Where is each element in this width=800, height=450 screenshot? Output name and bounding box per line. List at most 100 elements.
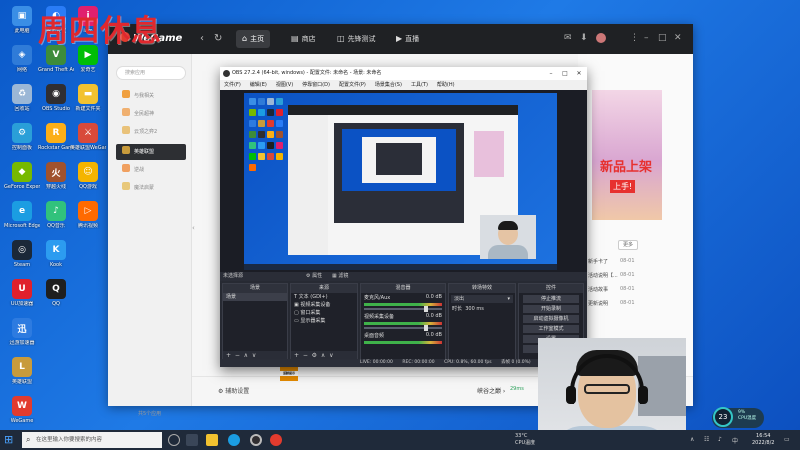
volume-slider[interactable] [364,325,442,331]
wegame-search-input[interactable]: 搜索应用 [116,66,186,80]
desktop-icon[interactable]: R Rockstar Games [38,123,74,151]
obs-icon[interactable] [250,434,262,446]
minimize-icon[interactable]: – [644,33,649,43]
news-item[interactable]: 新手卡了 08-01 [588,258,640,265]
desktop-icon-label: 控制面板 [11,145,32,151]
avatar[interactable] [596,33,606,43]
desktop-icon[interactable]: ▣ 此电脑 [4,6,40,34]
sidebar-item-related[interactable]: 与我相关 [116,88,186,104]
more-button[interactable]: 更多 [618,240,638,250]
sidebar-item-game-2[interactable]: 云顶之弈2 [116,124,186,140]
clock[interactable]: 16:54 2022/8/2 [752,433,774,447]
transition-select[interactable]: 淡出 ▾ [451,295,513,303]
wegame-icon[interactable] [270,434,282,446]
menu-item[interactable]: 场景集合(S) [375,82,402,88]
edge-icon[interactable] [228,434,240,446]
desktop-icon[interactable]: ♪ QQ音乐 [38,201,74,229]
sidebar-item-game-4[interactable]: 逆战 [116,162,186,178]
lol-wegame-icon: ⚔ [78,123,98,143]
menu-item[interactable]: 帮助(H) [437,82,455,88]
close-icon[interactable]: ✕ [572,67,586,80]
desktop-icon[interactable]: ▬ 新建文件夹 [70,84,106,112]
tray-chevron-icon[interactable]: ∧ [690,436,694,443]
stop-streaming-button[interactable]: 停止推流 [523,295,579,303]
menu-item[interactable]: 视图(V) [276,82,293,88]
obs-preview[interactable] [220,90,587,273]
desktop-icon[interactable]: W WeGame [4,396,40,424]
scene-item[interactable]: 场景 [223,293,287,301]
sidebar-item-lol[interactable]: 英雄联盟 [116,144,186,160]
server-selector[interactable]: 峡谷之巅 › [477,386,505,395]
tab-store[interactable]: ▤ 商店 [285,30,322,48]
virtual-camera-button[interactable]: 启动虚拟摄像机 [523,315,579,323]
tab-test[interactable]: ◫ 先锋测试 [331,30,382,48]
volume-slider[interactable] [364,306,442,312]
download-icon[interactable]: ⬇ [580,33,588,43]
filters-button[interactable]: ▦ 滤镜 [332,272,348,280]
cpu-gauge-widget[interactable]: 23 9% CPU温度 [712,407,764,428]
duration-field[interactable]: 时长 300 ms [449,305,515,313]
desktop-icon[interactable]: ◎ Steam [4,240,40,268]
volume-icon[interactable]: ♪ [718,436,722,443]
menu-item[interactable]: 停靠窗口(D) [302,82,330,88]
minimize-icon[interactable]: – [544,67,558,80]
source-item[interactable]: ▭ 显示器采集 [291,317,357,325]
network-icon[interactable]: ☷ [704,436,709,443]
maximize-icon[interactable]: □ [658,33,667,43]
desktop-icon[interactable]: L 英雄联盟 [4,357,40,385]
desktop-icon[interactable]: K Kook [38,240,74,268]
menu-item[interactable]: 工具(T) [411,82,428,88]
promo-banner[interactable]: 新品上架 上手! [592,90,662,220]
windows-start-icon[interactable]: ⊞ [4,434,16,446]
desktop-icon[interactable]: 迅迅游加速器 [4,318,40,346]
desktop-icon[interactable]: ▷ 腾讯视频 [70,201,106,229]
weather-widget[interactable]: 33°C CPU温度 [515,433,535,447]
menu-icon[interactable]: ⋮ [630,33,639,43]
properties-button[interactable]: ⚙ 属性 [306,272,322,280]
desktop-icon[interactable]: ◉ OBS Studio [38,84,74,112]
desktop-icon[interactable]: ◈ 网络 [4,45,40,73]
desktop-icon[interactable]: 火穿越火线 [38,162,74,190]
aux-settings-button[interactable]: ⚙ 辅助设置 [218,386,249,395]
start-recording-button[interactable]: 开始录制 [523,305,579,313]
refresh-icon[interactable]: ↻ [214,33,222,44]
ime-icon[interactable]: 中 [732,436,738,445]
source-item[interactable]: ▣ 视频采集设备 [291,301,357,309]
news-item[interactable]: 活动故事 08-01 [588,286,640,293]
gift-icon[interactable]: ✉ [564,33,572,43]
file-explorer-icon[interactable] [206,434,218,446]
desktop-icon[interactable]: ♻ 回收站 [4,84,40,112]
desktop-icon[interactable]: ☺ QQ游戏 [70,162,106,190]
cortana-icon[interactable] [168,434,180,446]
news-item[interactable]: 更新说明 08-01 [588,300,640,307]
menu-item[interactable]: 编辑(E) [250,82,267,88]
tab-live[interactable]: ▶ 直播 [390,30,425,48]
sidebar-item-game-1[interactable]: 全民超神 [116,106,186,122]
collapse-chevron-icon[interactable]: ‹ [192,224,200,238]
control-panel-icon: ⚙ [12,123,32,143]
back-icon[interactable]: ‹ [200,33,204,44]
tab-home[interactable]: ⌂ 主页 [236,30,271,48]
source-item[interactable]: T 文本 (GDI+) [291,293,357,301]
studio-mode-button[interactable]: 工作室模式 [523,325,579,333]
desktop-icon-label: OBS Studio [42,106,70,112]
desktop-icon[interactable]: ⚙ 控制面板 [4,123,40,151]
desktop-icon-label: Rockstar Games [38,145,74,151]
desktop-icon[interactable]: ◆ GeForce Experience [4,162,40,190]
task-view-icon[interactable] [186,434,198,446]
desktop-icon[interactable]: U UU加速器 [4,279,40,307]
news-item[interactable]: 活动说明【... 08-01 [588,272,640,279]
desktop-icon[interactable]: Q QQ [38,279,74,307]
source-item[interactable]: ▢ 窗口采集 [291,309,357,317]
sidebar-item-game-5[interactable]: 魔法启蒙 [116,180,186,196]
preview-mini-icon [267,109,274,116]
menu-item[interactable]: 配置文件(P) [339,82,366,88]
desktop-icon[interactable]: e Microsoft Edge [4,201,40,229]
taskbar-search-input[interactable]: 在这里输入你要搜索的内容 [22,432,162,448]
desktop-icon-label: WeGame [10,418,34,424]
notification-icon[interactable]: ▭ [784,436,790,443]
close-icon[interactable]: ✕ [674,33,682,43]
desktop-icon[interactable]: ⚔ 英雄联盟WeGame版 [70,123,106,151]
menu-item[interactable]: 文件(F) [224,82,241,88]
maximize-icon[interactable]: □ [558,67,572,80]
